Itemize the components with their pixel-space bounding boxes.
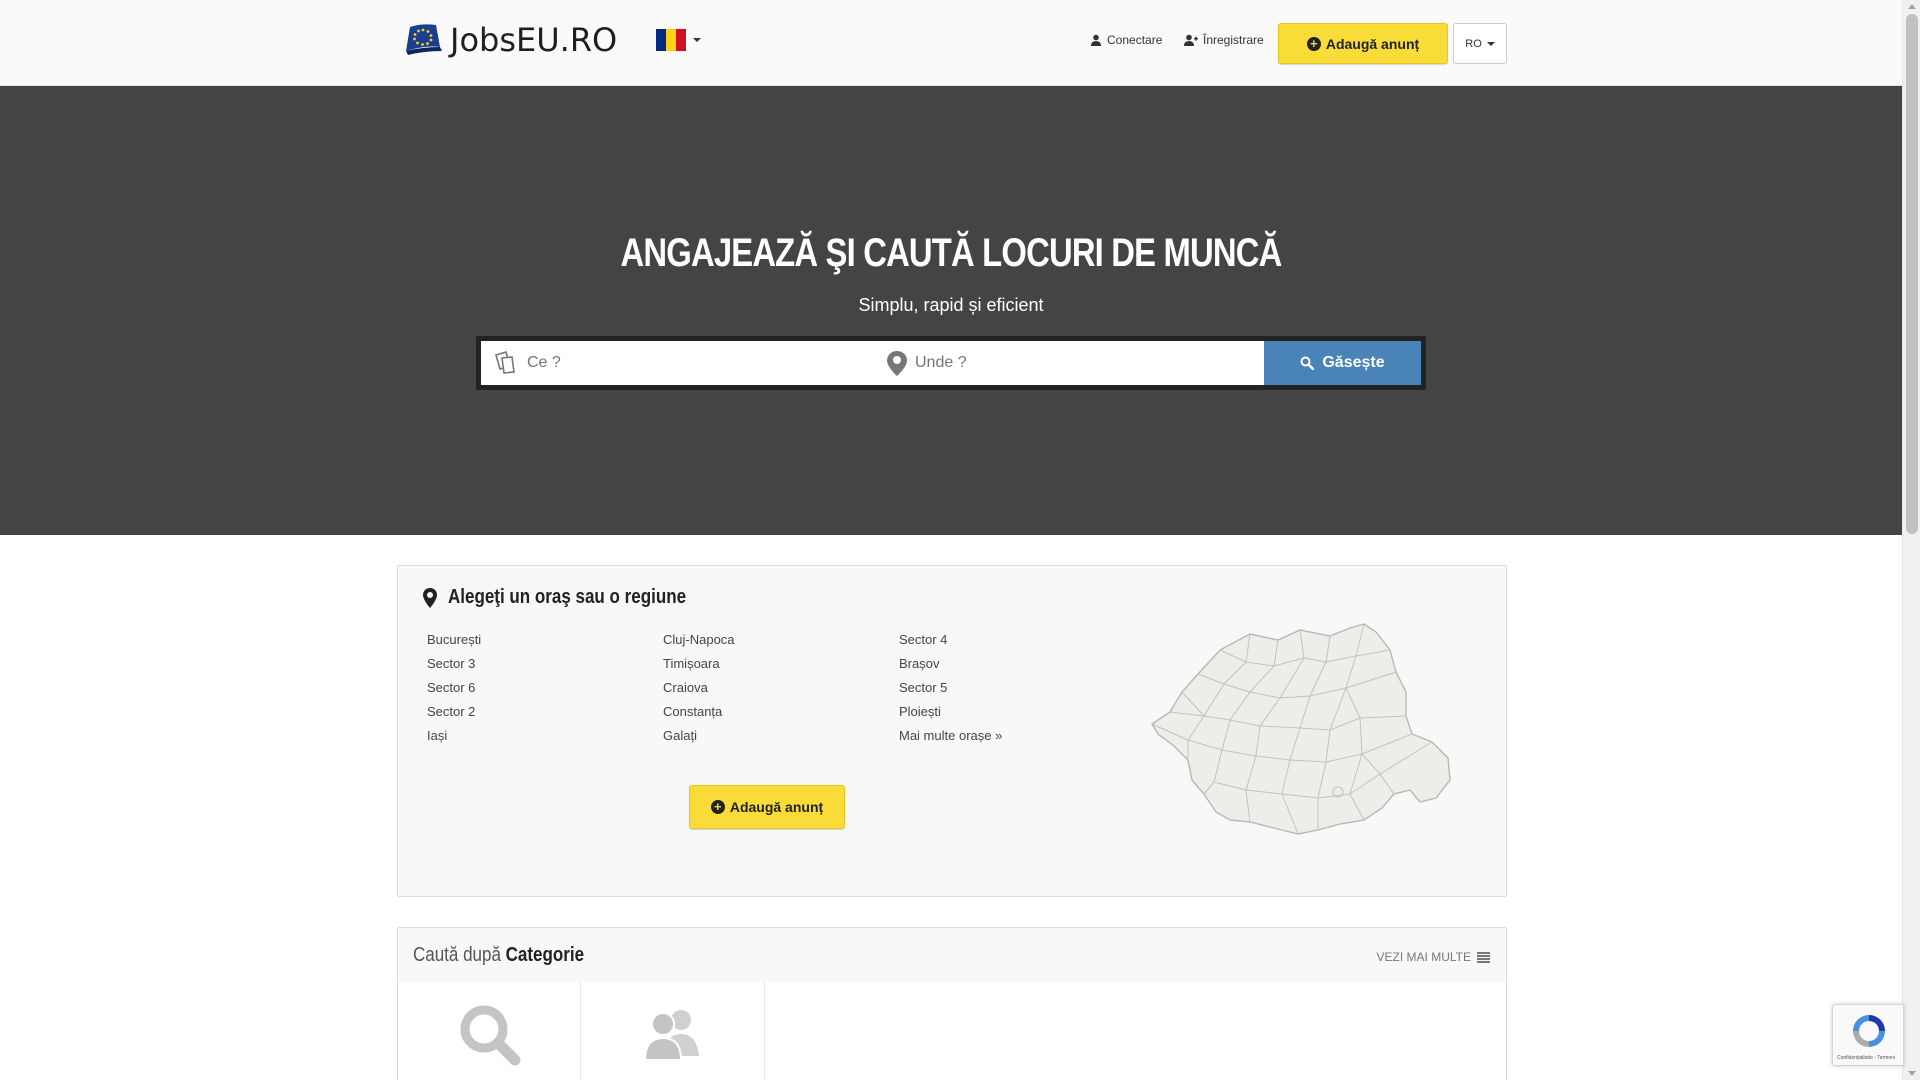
plus-circle-icon: +: [1306, 36, 1321, 51]
eu-flag-logo-icon: [402, 21, 444, 59]
city-link[interactable]: București: [427, 628, 481, 652]
search-icon: [1300, 356, 1315, 370]
city-link[interactable]: Sector 4: [899, 628, 1002, 652]
city-link[interactable]: Sector 6: [427, 676, 481, 700]
city-link[interactable]: Galați: [663, 724, 735, 748]
what-field[interactable]: [481, 341, 879, 385]
site-header: JobsEU.RO Conectare Înregistrare + Adaug…: [0, 0, 1902, 86]
tags-icon: [495, 351, 515, 374]
category-title: Caută după Categorie: [413, 944, 584, 967]
category-title-bold: Categorie: [505, 944, 585, 966]
city-link[interactable]: Sector 5: [899, 676, 1002, 700]
language-code: RO: [1465, 37, 1482, 50]
language-select[interactable]: RO: [1453, 23, 1507, 64]
city-link[interactable]: Craiova: [663, 676, 735, 700]
register-label: Înregistrare: [1203, 33, 1264, 47]
chevron-down-icon: [1486, 41, 1495, 46]
add-ad-label: Adaugă anunț: [1325, 35, 1420, 52]
search-bar: Găsește: [476, 336, 1426, 390]
city-link[interactable]: Timișoara: [663, 652, 735, 676]
cities-panel: Alegeţi un oraş sau o regiune București …: [397, 565, 1507, 897]
login-label: Conectare: [1107, 33, 1163, 47]
see-more-label: VEZI MAI MULTE: [1376, 950, 1471, 964]
hero-title: ANGAJEAZĂ ŞI CAUTĂ LOCURI DE MUNCĂ: [620, 231, 1283, 275]
recaptcha-badge[interactable]: Confidențialitate - Termeni: [1832, 1004, 1904, 1066]
romania-flag-icon: [656, 29, 686, 51]
romania-map[interactable]: [1150, 622, 1456, 847]
category-tile[interactable]: [398, 982, 581, 1080]
see-more-categories-link[interactable]: VEZI MAI MULTE: [1377, 950, 1490, 964]
chevron-down-icon: [693, 38, 701, 42]
add-ad-button[interactable]: + Adaugă anunț: [1278, 23, 1448, 64]
user-icon: [1091, 34, 1101, 46]
plus-circle-icon: +: [710, 800, 725, 814]
scrollbar-thumb[interactable]: [1906, 14, 1918, 534]
user-plus-icon: [1184, 34, 1198, 46]
register-link[interactable]: Înregistrare: [1184, 33, 1264, 47]
scroll-down-arrow-icon[interactable]: [1908, 1071, 1916, 1076]
city-link[interactable]: Sector 3: [427, 652, 481, 676]
recaptcha-links[interactable]: Confidențialitate - Termeni: [1837, 1055, 1895, 1061]
recaptcha-icon: [1853, 1015, 1885, 1047]
list-icon: [1477, 951, 1490, 963]
users-icon: [643, 1010, 699, 1061]
panel-add-ad-button[interactable]: + Adaugă anunț: [689, 785, 845, 829]
hero-subtitle: Simplu, rapid și eficient: [858, 295, 1044, 315]
where-input[interactable]: [915, 354, 1215, 372]
city-link[interactable]: Cluj-Napoca: [663, 628, 735, 652]
hero-section: ANGAJEAZĂ ŞI CAUTĂ LOCURI DE MUNCĂ Simpl…: [0, 86, 1902, 535]
map-marker-icon: [423, 587, 437, 608]
city-column-2: Cluj-Napoca Timișoara Craiova Constanța …: [663, 628, 735, 748]
search-icon: [460, 1005, 521, 1066]
scroll-up-arrow-icon[interactable]: [1908, 4, 1916, 9]
search-button-label: Găsește: [1322, 354, 1385, 371]
category-title-light: Caută după: [413, 944, 501, 966]
logo-text: JobsEU.RO: [450, 21, 618, 59]
search-button[interactable]: Găsește: [1264, 341, 1421, 385]
city-link[interactable]: Iași: [427, 724, 481, 748]
where-field[interactable]: [879, 341, 1264, 385]
city-link[interactable]: Constanța: [663, 700, 735, 724]
more-cities-link[interactable]: Mai multe orașe »: [899, 724, 1002, 748]
country-flag-dropdown[interactable]: [656, 29, 701, 51]
city-link[interactable]: Ploiești: [899, 700, 1002, 724]
cities-title-text: Alegeţi un oraş sau o regiune: [448, 586, 687, 608]
city-column-3: Sector 4 Brașov Sector 5 Ploiești Mai mu…: [899, 628, 1002, 748]
page-scrollbar[interactable]: [1902, 0, 1920, 1080]
map-marker-icon: [887, 351, 907, 376]
site-logo[interactable]: JobsEU.RO: [402, 18, 617, 62]
category-tile[interactable]: [582, 982, 765, 1080]
what-input[interactable]: [527, 354, 827, 372]
city-column-1: București Sector 3 Sector 6 Sector 2 Iaș…: [427, 628, 481, 748]
city-link[interactable]: Brașov: [899, 652, 1002, 676]
category-panel: Caută după Categorie VEZI MAI MULTE: [397, 927, 1507, 1080]
cities-title: Alegeţi un oraş sau o regiune: [422, 586, 728, 609]
panel-add-ad-label: Adaugă anunț: [729, 799, 824, 815]
city-link[interactable]: Sector 2: [427, 700, 481, 724]
category-grid: [398, 982, 1506, 1080]
login-link[interactable]: Conectare: [1090, 33, 1162, 47]
